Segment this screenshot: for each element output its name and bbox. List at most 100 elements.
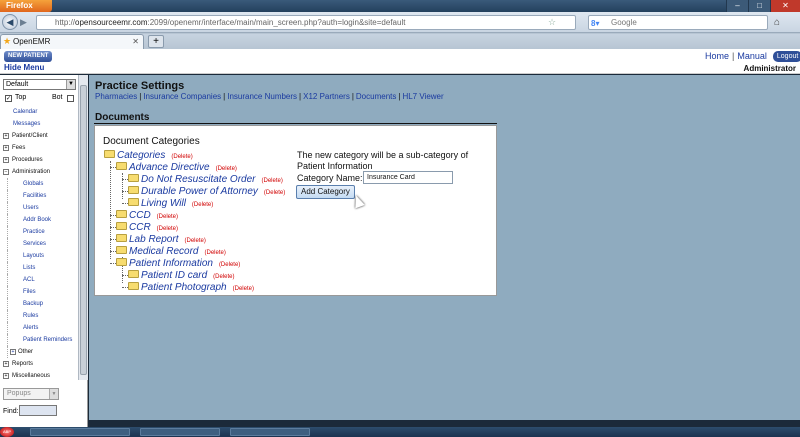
nav-item-acl[interactable]: ACL xyxy=(7,274,77,286)
delete-link[interactable]: (Delete) xyxy=(262,178,283,184)
tree-node-label[interactable]: Categories xyxy=(117,150,165,161)
link-documents[interactable]: Documents xyxy=(356,92,396,101)
tree-node-do-not-resuscitate[interactable]: Do Not Resuscitate Order (Delete) xyxy=(128,174,283,186)
tree-node-medical-record[interactable]: Medical Record (Delete) xyxy=(116,246,226,258)
logout-button[interactable]: Logout xyxy=(772,51,800,63)
nav-item-other[interactable]: + Other xyxy=(7,346,77,358)
tree-node-label[interactable]: Lab Report xyxy=(129,234,178,245)
tree-node-living-will[interactable]: Living Will (Delete) xyxy=(128,198,213,210)
nav-item-rules[interactable]: Rules xyxy=(7,310,77,322)
nav-item-miscellaneous[interactable]: + Miscellaneous xyxy=(3,370,77,382)
forward-arrow-icon[interactable]: ▶ xyxy=(20,17,32,29)
delete-link[interactable]: (Delete) xyxy=(264,190,285,196)
delete-link[interactable]: (Delete) xyxy=(171,154,192,160)
tree-node-label[interactable]: Patient Photograph xyxy=(141,282,227,293)
expand-plus-icon[interactable]: + xyxy=(3,373,9,379)
new-patient-button[interactable]: NEW PATIENT xyxy=(4,51,53,62)
delete-link[interactable]: (Delete) xyxy=(233,286,254,292)
maximize-icon[interactable]: □ xyxy=(748,0,770,12)
taskbar-item[interactable] xyxy=(230,428,310,436)
nav-item-backup[interactable]: Backup xyxy=(7,298,77,310)
collapse-minus-icon[interactable]: − xyxy=(3,169,9,175)
tree-node-durable-power[interactable]: Durable Power of Attorney (Delete) xyxy=(128,186,285,198)
nav-item-alerts[interactable]: Alerts xyxy=(7,322,77,334)
nav-item-administration[interactable]: − Administration xyxy=(3,166,77,178)
manual-link[interactable]: Manual xyxy=(737,51,767,61)
expand-plus-icon[interactable]: + xyxy=(10,349,16,355)
nav-item-patient-client[interactable]: + Patient/Client xyxy=(3,130,77,142)
tree-node-label[interactable]: Advance Directive xyxy=(129,162,210,173)
link-pharmacies[interactable]: Pharmacies xyxy=(95,92,137,101)
find-input[interactable] xyxy=(19,405,57,416)
category-name-input[interactable] xyxy=(363,171,453,184)
start-button[interactable]: ABP xyxy=(0,427,14,437)
close-icon[interactable]: ✕ xyxy=(770,0,800,12)
nav-item-layouts[interactable]: Layouts xyxy=(7,250,77,262)
link-x12-partners[interactable]: X12 Partners xyxy=(303,92,350,101)
url-bar[interactable]: http://opensourceemr.com:2099/openemr/in… xyxy=(36,15,576,30)
popups-select[interactable]: Popups ▼ xyxy=(3,388,59,400)
nav-item-reports[interactable]: + Reports xyxy=(3,358,77,370)
home-link[interactable]: Home xyxy=(705,51,729,61)
google-icon[interactable]: 8▾ xyxy=(591,17,607,28)
tree-node-label[interactable]: Living Will xyxy=(141,198,186,209)
nav-item-globals[interactable]: Globals xyxy=(7,178,77,190)
tree-node-label[interactable]: Patient ID card xyxy=(141,270,207,281)
nav-item-facilities[interactable]: Facilities xyxy=(7,190,77,202)
nav-item-procedures[interactable]: + Procedures xyxy=(3,154,77,166)
firefox-menu-button[interactable]: Firefox xyxy=(0,0,52,12)
link-insurance-numbers[interactable]: Insurance Numbers xyxy=(227,92,297,101)
nav-item-addr-book[interactable]: Addr Book xyxy=(7,214,77,226)
back-arrow-icon[interactable]: ◀ xyxy=(2,14,18,30)
tree-node-ccd[interactable]: CCD (Delete) xyxy=(116,210,178,222)
tree-node-label[interactable]: Do Not Resuscitate Order xyxy=(141,174,256,185)
delete-link[interactable]: (Delete) xyxy=(184,238,205,244)
nav-scrollbar-thumb[interactable] xyxy=(80,85,87,375)
expand-plus-icon[interactable]: + xyxy=(3,157,9,163)
nav-item-patient-reminders[interactable]: Patient Reminders xyxy=(7,334,77,346)
nav-item-users[interactable]: Users xyxy=(7,202,77,214)
expand-plus-icon[interactable]: + xyxy=(3,133,9,139)
minimize-icon[interactable]: – xyxy=(726,0,748,12)
chevron-down-icon[interactable]: ▼ xyxy=(49,389,58,399)
tree-node-patient-photograph[interactable]: Patient Photograph (Delete) xyxy=(128,282,254,294)
tree-node-label[interactable]: CCD xyxy=(129,210,151,221)
nav-item-services[interactable]: Services xyxy=(7,238,77,250)
add-category-button[interactable]: Add Category xyxy=(296,185,355,199)
delete-link[interactable]: (Delete) xyxy=(204,250,225,256)
nav-item-fees[interactable]: + Fees xyxy=(3,142,77,154)
bot-checkbox[interactable] xyxy=(67,95,74,102)
link-hl7-viewer[interactable]: HL7 Viewer xyxy=(402,92,443,101)
nav-item-messages[interactable]: Messages xyxy=(3,118,77,130)
nav-item-lists[interactable]: Lists xyxy=(7,262,77,274)
tree-node-categories[interactable]: Categories (Delete) xyxy=(104,150,193,162)
nav-scrollbar[interactable] xyxy=(78,75,88,380)
nav-item-calendar[interactable]: Calendar xyxy=(3,106,77,118)
delete-link[interactable]: (Delete) xyxy=(219,262,240,268)
nav-item-practice[interactable]: Practice xyxy=(7,226,77,238)
delete-link[interactable]: (Delete) xyxy=(157,226,178,232)
taskbar-item[interactable] xyxy=(30,428,130,436)
new-tab-button[interactable]: + xyxy=(148,35,164,48)
nav-item-files[interactable]: Files xyxy=(7,286,77,298)
expand-plus-icon[interactable]: + xyxy=(3,361,9,367)
expand-plus-icon[interactable]: + xyxy=(3,145,9,151)
delete-link[interactable]: (Delete) xyxy=(192,202,213,208)
search-input[interactable]: 8▾ Google xyxy=(588,15,768,30)
tree-node-label[interactable]: CCR xyxy=(129,222,151,233)
tree-node-ccr[interactable]: CCR (Delete) xyxy=(116,222,178,234)
home-icon[interactable]: ⌂ xyxy=(774,17,780,28)
tree-node-label[interactable]: Patient Information xyxy=(129,258,213,269)
tree-node-patient-id-card[interactable]: Patient ID card (Delete) xyxy=(128,270,235,282)
tab-openemr[interactable]: ★ OpenEMR ✕ xyxy=(0,34,144,49)
bookmark-star-icon[interactable]: ☆ xyxy=(548,17,556,28)
hide-menu-link[interactable]: Hide Menu xyxy=(4,63,44,72)
tree-node-patient-information[interactable]: Patient Information (Delete) xyxy=(116,258,240,270)
tree-node-label[interactable]: Medical Record xyxy=(129,246,198,257)
delete-link[interactable]: (Delete) xyxy=(157,214,178,220)
top-checkbox[interactable]: ✓ xyxy=(5,95,12,102)
delete-link[interactable]: (Delete) xyxy=(213,274,234,280)
link-insurance-companies[interactable]: Insurance Companies xyxy=(143,92,221,101)
taskbar-item[interactable] xyxy=(140,428,220,436)
chevron-down-icon[interactable]: ▼ xyxy=(66,80,75,89)
